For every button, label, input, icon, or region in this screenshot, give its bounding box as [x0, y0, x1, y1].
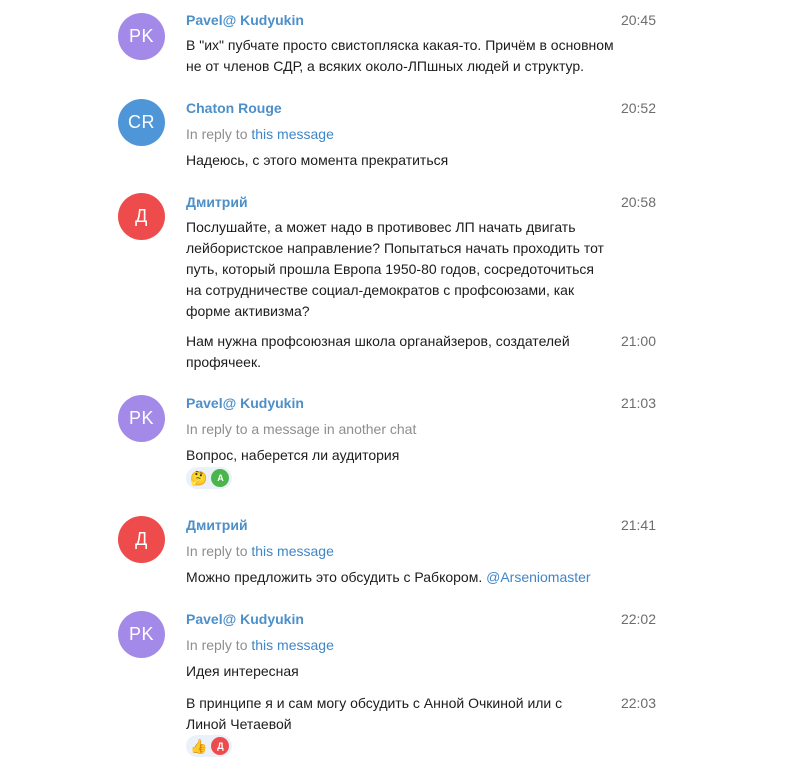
- reply-prefix: In reply to: [186, 126, 252, 142]
- thumbs-up-icon: 👍: [190, 738, 208, 754]
- sender-name[interactable]: Дмитрий: [186, 194, 248, 210]
- message-time: 21:00: [620, 333, 656, 349]
- message-text: Надеюсь, с этого момента прекратиться: [186, 152, 449, 168]
- avatar[interactable]: Д: [118, 516, 165, 563]
- sender-name[interactable]: Pavel@ Kudyukin: [186, 12, 304, 28]
- message-text: Идея интересная: [186, 663, 299, 679]
- reply-prefix: In reply to: [186, 543, 252, 559]
- reply-header: In reply to this message: [186, 126, 334, 142]
- message-text: Можно предложить это обсудить с Рабкором…: [186, 567, 626, 588]
- sender-name[interactable]: Дмитрий: [186, 517, 248, 533]
- message-text: Нам нужна профсоюзная школа органайзеров…: [186, 333, 570, 370]
- avatar[interactable]: CR: [118, 99, 165, 146]
- message-text: Вопрос, наберется ли аудитория: [186, 447, 400, 463]
- avatar[interactable]: Д: [118, 193, 165, 240]
- avatar[interactable]: PK: [118, 13, 165, 60]
- reply-header: In reply to this message: [186, 543, 334, 559]
- avatar[interactable]: PK: [118, 395, 165, 442]
- message-text: Послушайте, а может надо в противовес ЛП…: [186, 219, 604, 319]
- message-text-content: Можно предложить это обсудить с Рабкором…: [186, 569, 487, 585]
- reply-link[interactable]: this message: [251, 126, 333, 142]
- message-time: 21:41: [620, 517, 656, 533]
- reply-prefix: In reply to: [186, 637, 252, 653]
- reply-link[interactable]: this message: [251, 543, 333, 559]
- thinking-face-icon: 🤔: [190, 470, 208, 486]
- message-time: 21:03: [620, 395, 656, 411]
- reaction-bar[interactable]: 👍 Д: [186, 735, 233, 757]
- message-time: 22:03: [620, 695, 656, 711]
- reply-header: In reply to a message in another chat: [186, 421, 417, 437]
- reply-header: In reply to this message: [186, 637, 334, 653]
- message-text: В "их" пубчате просто свистопляска какая…: [186, 37, 614, 74]
- reaction-user-avatar: A: [211, 469, 230, 487]
- sender-name[interactable]: Pavel@ Kudyukin: [186, 611, 304, 627]
- sender-name[interactable]: Chaton Rouge: [186, 100, 282, 116]
- reaction-bar[interactable]: 🤔 A: [186, 467, 233, 489]
- message-time: 20:45: [620, 12, 656, 28]
- message-time: 22:02: [620, 611, 656, 627]
- reaction-user-avatar: Д: [211, 737, 230, 755]
- avatar[interactable]: PK: [118, 611, 165, 658]
- user-mention-link[interactable]: @Arseniomaster: [486, 569, 590, 585]
- message-time: 20:52: [620, 100, 656, 116]
- reply-link[interactable]: this message: [251, 637, 333, 653]
- message-time: 20:58: [620, 194, 656, 210]
- sender-name[interactable]: Pavel@ Kudyukin: [186, 395, 304, 411]
- message-text: В принципе я и сам могу обсудить с Анной…: [186, 695, 563, 732]
